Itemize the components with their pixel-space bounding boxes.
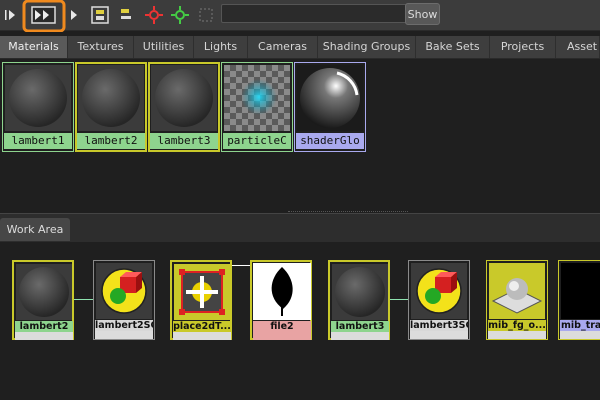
- swatch-lambert3[interactable]: lambert3: [148, 62, 220, 152]
- tab-asset-nodes[interactable]: Asset No: [556, 36, 600, 58]
- node-port-bar[interactable]: [15, 332, 73, 340]
- show-button[interactable]: Show: [405, 3, 440, 25]
- node-port-bar[interactable]: [488, 331, 546, 339]
- frame-icon[interactable]: [196, 5, 216, 25]
- tab-work-area[interactable]: Work Area: [0, 218, 70, 241]
- tab-lights[interactable]: Lights: [194, 36, 248, 58]
- tab-materials[interactable]: Materials: [0, 36, 68, 58]
- swatch-label: lambert2: [77, 133, 145, 149]
- swatch-label: lambert1: [4, 133, 72, 149]
- shading-group-icon: [411, 263, 467, 319]
- swatch-shaderglow[interactable]: shaderGlo: [294, 62, 366, 152]
- node-label: lambert2: [15, 321, 73, 332]
- checker-glow-preview-icon: [224, 65, 290, 131]
- sphere-preview-icon: [5, 65, 71, 131]
- hide-dependents-icon[interactable]: [144, 5, 164, 25]
- node-mib-fg-occlusion[interactable]: mib_fg_o...: [486, 260, 548, 340]
- node-label: lambert3SG: [410, 320, 468, 331]
- tab-projects[interactable]: Projects: [490, 36, 556, 58]
- node-label: lambert3: [331, 321, 389, 332]
- node-file2[interactable]: file2: [250, 260, 312, 340]
- node-label: place2dT...: [173, 321, 231, 332]
- node-port-bar[interactable]: [331, 332, 389, 340]
- node-port-bar[interactable]: [410, 331, 468, 339]
- toolbar: Show: [0, 0, 600, 32]
- node-label: lambert2SG: [95, 320, 153, 331]
- sphere-preview-icon: [16, 264, 72, 320]
- node-lambert3[interactable]: lambert3: [328, 260, 390, 340]
- tab-bar: Materials Textures Utilities Lights Came…: [0, 36, 600, 59]
- work-area-header: Work Area: [0, 213, 600, 242]
- sphere-preview-icon: [78, 65, 144, 131]
- node-mib-transparency[interactable]: mib_tran: [558, 260, 600, 340]
- layout-graph-icon[interactable]: [90, 5, 110, 25]
- show-dependents-icon[interactable]: [170, 5, 190, 25]
- connection-line: [390, 299, 408, 300]
- glossy-sphere-preview-icon: [297, 65, 363, 131]
- swatch-label: lambert3: [150, 133, 218, 149]
- mib-occlusion-icon: [489, 263, 545, 319]
- sphere-preview-icon: [151, 65, 217, 131]
- swatch-lambert2[interactable]: lambert2: [75, 62, 147, 152]
- tab-cameras[interactable]: Cameras: [248, 36, 318, 58]
- node-port-bar[interactable]: [253, 332, 311, 340]
- swatch-label: shaderGlo: [296, 133, 364, 149]
- leaf-texture-icon: [253, 263, 311, 320]
- dark-preview-icon: [561, 263, 600, 319]
- tab-bake-sets[interactable]: Bake Sets: [416, 36, 490, 58]
- arrow-right-small-icon[interactable]: [2, 5, 22, 25]
- node-lambert2sg[interactable]: lambert2SG: [93, 260, 155, 340]
- tab-shading-groups[interactable]: Shading Groups: [318, 36, 416, 58]
- tab-textures[interactable]: Textures: [68, 36, 134, 58]
- search-input[interactable]: [221, 4, 407, 23]
- node-label: mib_fg_o...: [488, 320, 546, 331]
- node-port-bar[interactable]: [560, 331, 600, 339]
- node-place2dtexture[interactable]: place2dT...: [170, 260, 232, 340]
- node-lambert3sg[interactable]: lambert3SG: [408, 260, 470, 340]
- node-port-bar[interactable]: [95, 331, 153, 339]
- shading-group-icon: [96, 263, 152, 319]
- place2d-texture-icon: [174, 264, 230, 320]
- sphere-preview-icon: [332, 264, 388, 320]
- node-label: mib_tran: [560, 320, 600, 331]
- input-output-connections-icon[interactable]: [22, 0, 66, 32]
- node-lambert2[interactable]: lambert2: [12, 260, 74, 340]
- connection-line: [232, 265, 250, 266]
- swatch-lambert1[interactable]: lambert1: [2, 62, 74, 152]
- swatch-particlecloud[interactable]: particleC: [221, 62, 293, 152]
- swatch-label: particleC: [223, 133, 291, 149]
- tab-utilities[interactable]: Utilities: [134, 36, 194, 58]
- node-label: file2: [253, 321, 311, 332]
- connection-line: [74, 299, 93, 300]
- clear-graph-icon[interactable]: [116, 5, 136, 25]
- node-port-bar[interactable]: [173, 332, 231, 340]
- arrow-right-small-icon[interactable]: [66, 5, 86, 25]
